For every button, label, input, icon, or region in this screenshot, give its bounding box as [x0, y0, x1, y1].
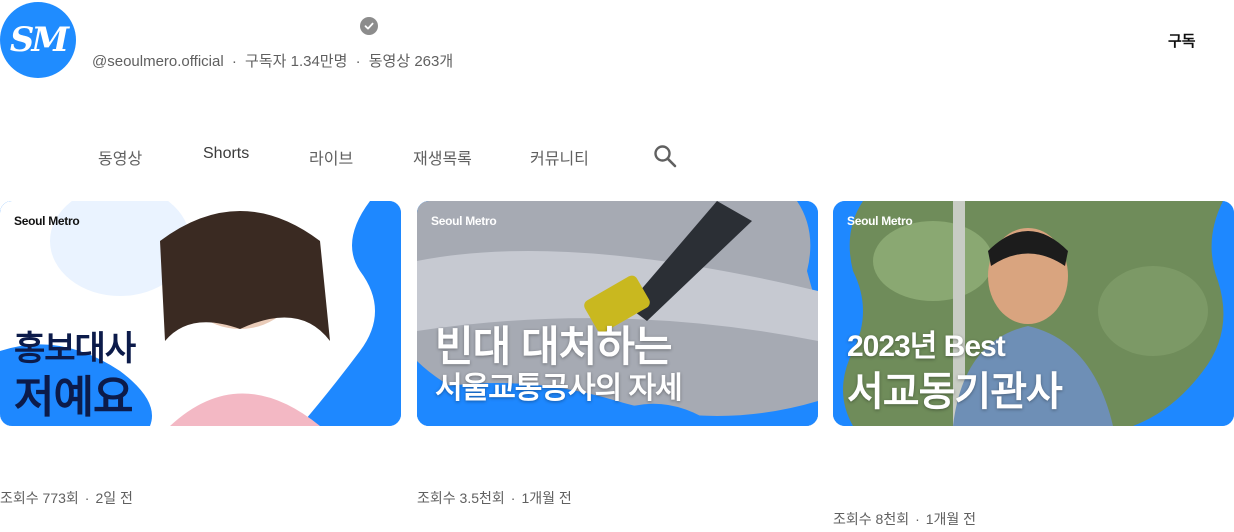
- thumbnail-title-line2: 서울교통공사의 자세: [435, 372, 683, 405]
- video-thumbnail[interactable]: Seoul Metro 빈대 대처하는 서울교통공사의 자세: [417, 201, 818, 426]
- tab-community[interactable]: 커뮤니티: [530, 145, 589, 169]
- channel-handle: @seoulmero.official: [92, 53, 224, 70]
- channel-tabs: 동영상 Shorts 라이브 재생목록 커뮤니티: [0, 145, 700, 169]
- meta-separator: ·: [355, 53, 361, 70]
- view-count: 조회수 8천회: [833, 511, 910, 527]
- thumbnail-title-line2: 저예요: [14, 373, 133, 422]
- video-count: 동영상 263개: [368, 53, 454, 70]
- video-stats: 조회수 8천회 · 1개월 전: [833, 511, 977, 527]
- subscribe-button[interactable]: 구독: [1168, 30, 1196, 51]
- meta-separator: ·: [231, 53, 237, 70]
- thumbnail-title-line2: 서교동기관사: [847, 370, 1063, 414]
- upload-age: 1개월 전: [925, 511, 977, 527]
- view-count: 조회수 773회: [0, 490, 79, 506]
- thumbnail-brand: Seoul Metro: [847, 214, 913, 228]
- video-card[interactable]: Seoul Metro 홍보대사 저예요: [0, 201, 401, 426]
- video-card[interactable]: Seoul Metro 빈대 대처하는 서울교통공사의 자세: [417, 201, 818, 426]
- tab-shorts[interactable]: Shorts: [203, 145, 249, 163]
- video-thumbnail[interactable]: Seoul Metro 2023년 Best 서교동기관사: [833, 201, 1234, 426]
- search-icon[interactable]: [652, 143, 678, 169]
- verified-badge-icon: [360, 17, 378, 35]
- subscriber-count: 구독자 1.34만명: [245, 53, 348, 70]
- video-stats: 조회수 773회 · 2일 전: [0, 490, 133, 506]
- channel-avatar[interactable]: SM: [0, 2, 76, 78]
- avatar-logo-text: SM: [9, 20, 69, 60]
- video-card[interactable]: Seoul Metro 2023년 Best 서교동기관사: [833, 201, 1234, 426]
- upload-age: 2일 전: [95, 490, 133, 506]
- thumbnail-brand: Seoul Metro: [431, 214, 497, 228]
- view-count: 조회수 3.5천회: [417, 490, 505, 506]
- tab-live[interactable]: 라이브: [309, 145, 353, 169]
- tab-playlists[interactable]: 재생목록: [413, 145, 472, 169]
- upload-age: 1개월 전: [521, 490, 572, 506]
- video-stats: 조회수 3.5천회 · 1개월 전: [417, 490, 572, 506]
- thumbnail-brand: Seoul Metro: [14, 214, 80, 228]
- channel-meta: @seoulmero.official · 구독자 1.34만명 · 동영상 2…: [92, 50, 453, 71]
- tab-videos[interactable]: 동영상: [98, 145, 142, 169]
- video-thumbnail[interactable]: Seoul Metro 홍보대사 저예요: [0, 201, 401, 426]
